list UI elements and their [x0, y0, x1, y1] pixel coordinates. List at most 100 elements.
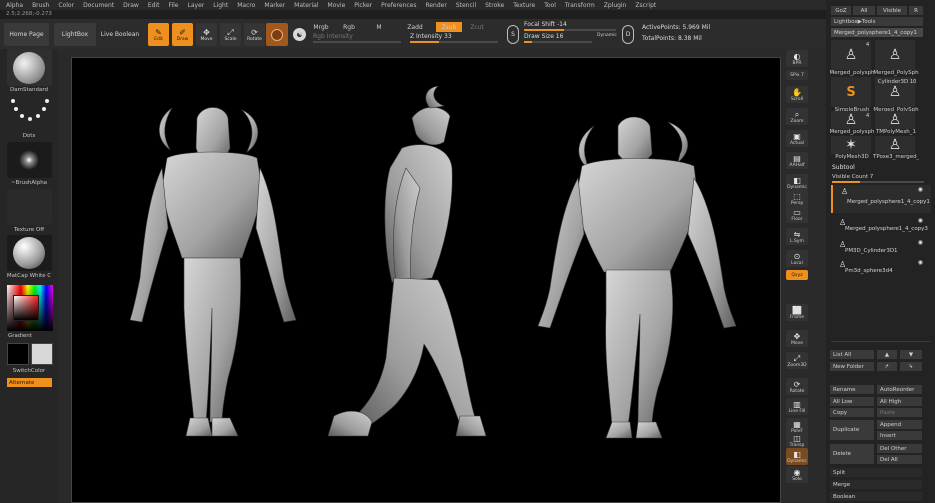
menu-item-preferences[interactable]: Preferences — [381, 2, 416, 9]
all-low-button[interactable]: All Low — [830, 397, 874, 406]
copy-button[interactable]: Copy — [830, 408, 874, 417]
visibility-eye-icon[interactable]: ◉ — [918, 217, 923, 224]
tool-thumbnail[interactable]: ♙ — [831, 40, 871, 70]
color-mode-button[interactable]: ☯ — [293, 28, 306, 41]
secondary-color-swatch[interactable] — [31, 343, 53, 365]
zsub-toggle[interactable]: Zsub — [436, 22, 462, 32]
menu-item-marker[interactable]: Marker — [264, 2, 285, 9]
menu-item-zscript[interactable]: Zscript — [635, 2, 656, 9]
focal-shift-slider[interactable]: Focal Shift -14 — [524, 21, 616, 31]
menu-item-tool[interactable]: Tool — [544, 2, 556, 9]
delete-button[interactable]: Delete — [830, 444, 874, 464]
menu-item-color[interactable]: Color — [58, 2, 74, 9]
shelf-button-line-fill[interactable]: ▥ Line Fill — [786, 398, 808, 415]
menu-item-picker[interactable]: Picker — [354, 2, 372, 9]
shelf-button-scroll[interactable]: ✋ Scroll — [786, 86, 808, 103]
menu-item-light[interactable]: Light — [213, 2, 228, 9]
menu-item-layer[interactable]: Layer — [188, 2, 205, 9]
zadd-toggle[interactable]: Zadd — [404, 22, 426, 32]
subtool-row[interactable]: ♙ ◉ Merged_polysphere1_4_copy1 — [831, 185, 931, 213]
menu-item-transform[interactable]: Transform — [565, 2, 595, 9]
scale-button[interactable]: ⤢ Scale — [220, 23, 241, 46]
paste-button[interactable]: Paste — [877, 408, 922, 417]
shelf-button-bpr[interactable]: ◐ BPR — [786, 50, 808, 67]
alpha-selector[interactable] — [7, 142, 52, 178]
tool-thumbnail[interactable]: ♙ — [875, 111, 915, 129]
menu-item-edit[interactable]: Edit — [148, 2, 160, 9]
menu-item-texture[interactable]: Texture — [513, 2, 535, 9]
mrgb-toggle[interactable]: Mrgb — [311, 22, 331, 32]
boolean-button[interactable]: Boolean — [830, 492, 922, 501]
shelf-button-frame[interactable]: ⬜ Frame — [786, 304, 808, 321]
move-down-button[interactable]: ▼ — [900, 350, 922, 359]
subtool-title[interactable]: Subtool — [832, 164, 855, 171]
color-picker[interactable] — [7, 285, 53, 331]
shelf-button-spix-7[interactable]: SPix 7 — [786, 70, 808, 80]
switch-color-button[interactable]: SwitchColor — [2, 368, 56, 374]
list-all-button[interactable]: List All — [830, 350, 874, 359]
auto-reorder-button[interactable]: AutoReorder — [877, 385, 922, 394]
merge-button[interactable]: Merge — [830, 480, 922, 489]
shelf-button-qxyz[interactable]: Qxyz — [786, 270, 808, 280]
folder-up-button[interactable]: ↱ — [877, 362, 897, 371]
tool-thumbnail[interactable]: ♙ — [831, 111, 871, 129]
menu-item-stencil[interactable]: Stencil — [456, 2, 476, 9]
del-other-button[interactable]: Del Other — [877, 444, 922, 453]
menu-item-file[interactable]: File — [168, 2, 178, 9]
subtool-row[interactable]: ♙ ◉ Merged_polysphere1_4_copy3 — [831, 216, 931, 236]
shelf-button-transp[interactable]: ◫ Transp — [786, 432, 808, 449]
new-folder-button[interactable]: New Folder — [830, 362, 874, 371]
all-high-button[interactable]: All High — [877, 397, 922, 406]
folder-down-button[interactable]: ↳ — [900, 362, 922, 371]
home-page-button[interactable]: Home Page — [4, 23, 49, 46]
material-selector[interactable] — [7, 235, 52, 271]
move-button[interactable]: ✥ Move — [196, 23, 217, 46]
visible-button[interactable]: Visible — [877, 6, 907, 15]
goz-button[interactable]: GoZ — [831, 6, 851, 15]
draw-button[interactable]: ✐ Draw — [172, 23, 193, 46]
visibility-eye-icon[interactable]: ◉ — [918, 186, 923, 193]
shelf-button-actual[interactable]: ▣ Actual — [786, 130, 808, 147]
shelf-button-solo[interactable]: ◉ Solo — [786, 466, 808, 483]
zcut-toggle[interactable]: Zcut — [466, 22, 488, 32]
shelf-button-move[interactable]: ✥ Move — [786, 330, 808, 347]
lightbox-tools-button[interactable]: Lightbox▶Tools — [831, 17, 923, 26]
current-tool-name[interactable]: Merged_polysphere1_4_copy1 — [831, 28, 923, 37]
dynamic-toggle[interactable]: Dynamic — [597, 33, 617, 38]
material-swatch-button[interactable] — [266, 23, 288, 46]
move-up-button[interactable]: ▲ — [877, 350, 897, 359]
m-toggle[interactable]: M — [372, 22, 386, 32]
visibility-eye-icon[interactable]: ◉ — [918, 259, 923, 266]
s-lock-button[interactable]: S — [507, 25, 519, 44]
split-button[interactable]: Split — [830, 468, 922, 477]
draw-size-slider[interactable]: Draw Size 16 — [524, 33, 592, 43]
shelf-button-dynamic[interactable]: ◧ Dynamic — [786, 448, 808, 465]
insert-button[interactable]: Insert — [877, 431, 922, 440]
rotate-button[interactable]: ⟳ Rotate — [244, 23, 265, 46]
main-color-swatch[interactable] — [7, 343, 29, 365]
shelf-button-zoom3d[interactable]: ⤢ Zoom3D — [786, 352, 808, 369]
shelf-button-dynamic[interactable]: ◧ Dynamic — [786, 174, 808, 191]
alternate-toggle[interactable]: Alternate — [7, 378, 52, 387]
shelf-button-zoom[interactable]: ⌕ Zoom — [786, 108, 808, 125]
shelf-button-rotate[interactable]: ⟳ Rotate — [786, 378, 808, 395]
visibility-eye-icon[interactable]: ◉ — [918, 239, 923, 246]
menu-item-stroke[interactable]: Stroke — [485, 2, 504, 9]
tool-thumbnail[interactable]: ♙ — [875, 136, 915, 154]
subtool-row[interactable]: ♙ ◉ Pm3d_sphere3d4 — [831, 258, 931, 278]
del-all-button[interactable]: Del All — [877, 455, 922, 464]
menu-item-movie[interactable]: Movie — [328, 2, 346, 9]
shelf-button-floor[interactable]: ▭ Floor — [786, 206, 808, 223]
rename-button[interactable]: Rename — [830, 385, 874, 394]
menu-item-zplugin[interactable]: Zplugin — [604, 2, 627, 9]
tool-thumbnail[interactable]: ✶ — [831, 136, 871, 154]
r-button[interactable]: R — [909, 6, 923, 15]
brush-selector[interactable] — [7, 49, 52, 86]
rgb-toggle[interactable]: Rgb — [338, 22, 360, 32]
stroke-selector[interactable] — [7, 95, 52, 131]
tool-thumbnail[interactable]: S — [831, 77, 871, 107]
append-button[interactable]: Append — [877, 420, 922, 429]
d-lock-button[interactable]: D — [622, 25, 634, 44]
texture-selector[interactable] — [7, 189, 52, 225]
menu-item-brush[interactable]: Brush — [32, 2, 49, 9]
